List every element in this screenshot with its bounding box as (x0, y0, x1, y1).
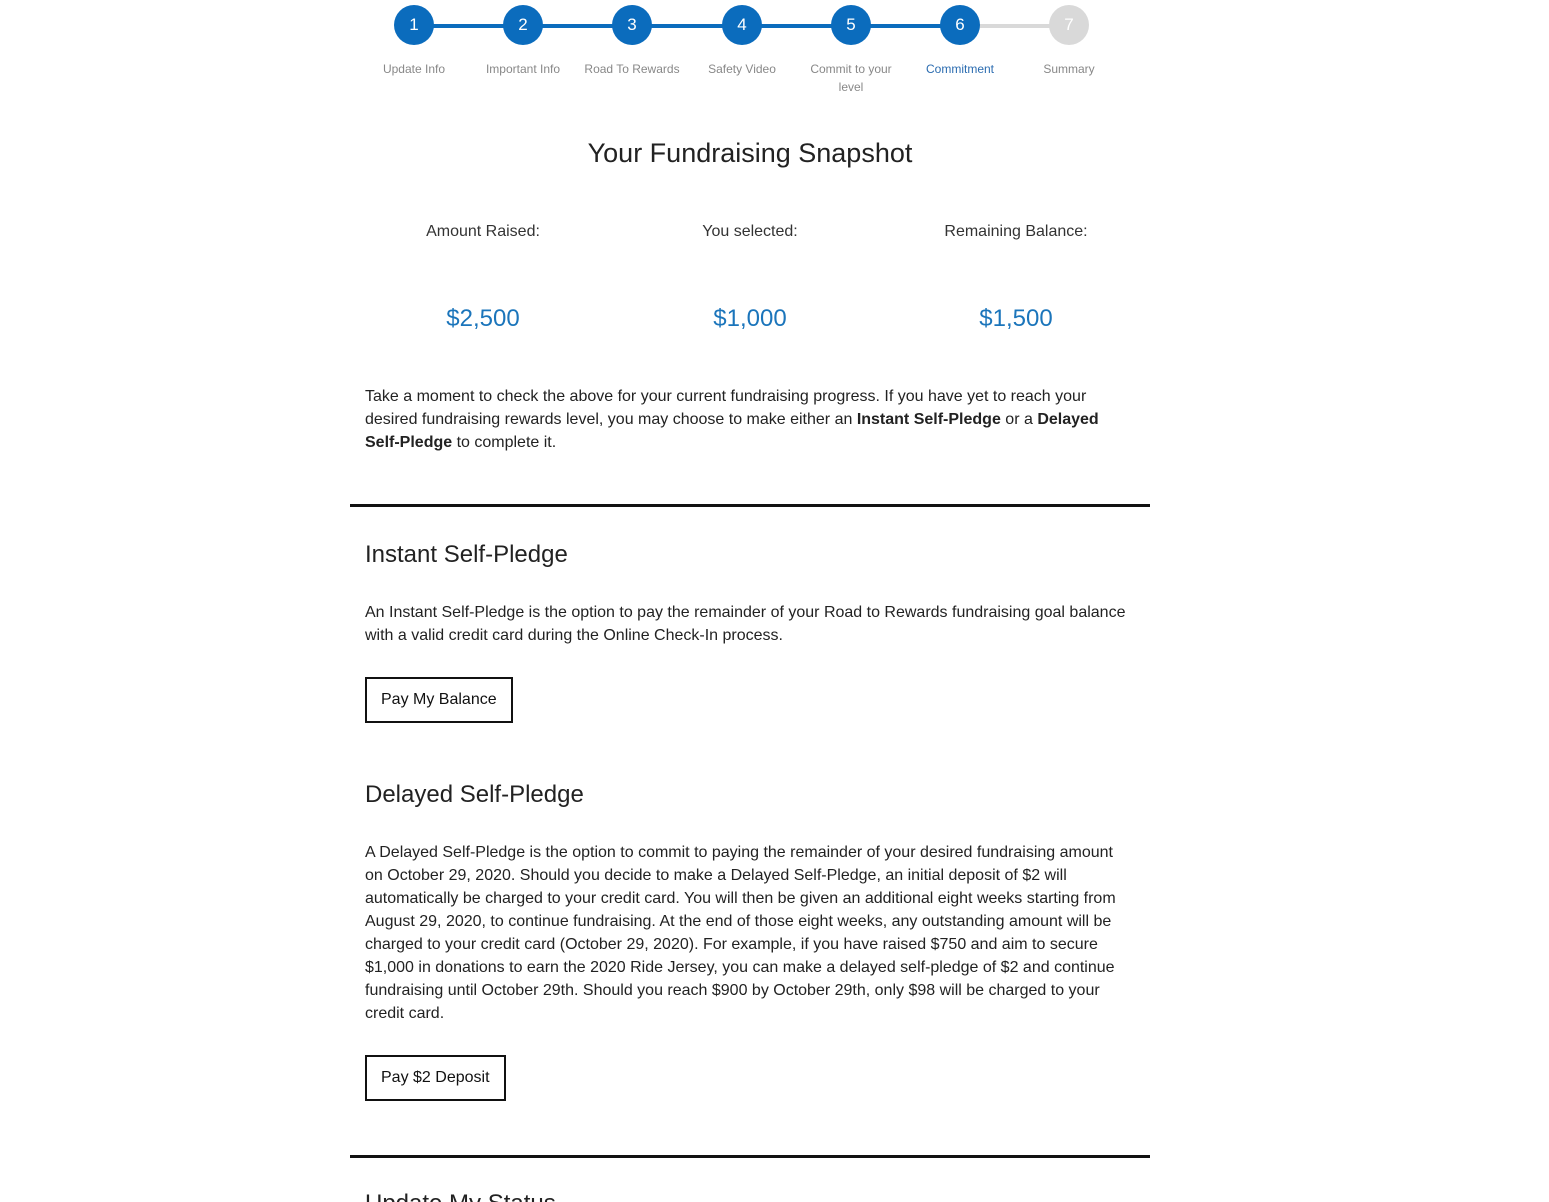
progress-stepper: 1 Update Info 2 Important Info 3 Road To… (0, 0, 1549, 100)
instant-pledge-title: Instant Self-Pledge (365, 541, 568, 568)
step-label: Road To Rewards (584, 62, 680, 76)
delayed-pledge-title: Delayed Self-Pledge (365, 781, 584, 808)
step-label: Update Info (382, 62, 446, 76)
step-label: Safety Video (708, 62, 776, 76)
step-label: Commit to your level (810, 62, 892, 94)
intro-text-part: to complete it. (452, 434, 557, 451)
step-number-circle: 4 (722, 5, 762, 45)
stat-value: $1,500 (979, 305, 1053, 332)
intro-bold-instant: Instant Self-Pledge (856, 411, 1001, 428)
section-divider (350, 1155, 1150, 1158)
intro-text-part: or a (1000, 411, 1038, 428)
pay-my-balance-button[interactable]: Pay My Balance (365, 677, 513, 723)
stat-label: Remaining Balance: (944, 223, 1088, 240)
step-number-circle: 5 (831, 5, 871, 45)
step-6[interactable]: 6 Commitment (905, 5, 1015, 78)
stat-amount-raised: Amount Raised: $2,500 (353, 223, 613, 333)
section-divider (350, 504, 1150, 507)
step-number-circle: 3 (612, 5, 652, 45)
instant-pledge-description: An Instant Self-Pledge is the option to … (365, 604, 1126, 644)
step-label-current: Commitment (925, 62, 994, 76)
intro-paragraph: Take a moment to check the above for you… (365, 385, 1135, 454)
stat-label: You selected: (702, 223, 798, 240)
stat-remaining-balance: Remaining Balance: $1,500 (886, 223, 1146, 333)
step-1[interactable]: 1 Update Info (359, 5, 469, 78)
update-status-title: Update My Status (365, 1190, 556, 1202)
step-4[interactable]: 4 Safety Video (687, 5, 797, 78)
page: 1 Update Info 2 Important Info 3 Road To… (0, 0, 1549, 1202)
step-3[interactable]: 3 Road To Rewards (577, 5, 687, 78)
pay-deposit-button[interactable]: Pay $2 Deposit (365, 1055, 506, 1101)
stat-label: Amount Raised: (426, 223, 540, 240)
step-2[interactable]: 2 Important Info (468, 5, 578, 78)
step-number-circle: 7 (1049, 5, 1089, 45)
stat-value: $2,500 (446, 305, 520, 332)
step-label: Important Info (485, 62, 561, 76)
delayed-pledge-description: A Delayed Self-Pledge is the option to c… (365, 844, 1116, 1022)
step-label: Summary (1043, 62, 1095, 76)
stat-you-selected: You selected: $1,000 (620, 223, 880, 333)
step-number-circle: 6 (940, 5, 980, 45)
stat-value: $1,000 (713, 305, 787, 332)
snapshot-title: Your Fundraising Snapshot (587, 138, 913, 168)
step-5[interactable]: 5 Commit to your level (796, 5, 906, 96)
step-7[interactable]: 7 Summary (1014, 5, 1124, 78)
step-number-circle: 2 (503, 5, 543, 45)
step-number-circle: 1 (394, 5, 434, 45)
